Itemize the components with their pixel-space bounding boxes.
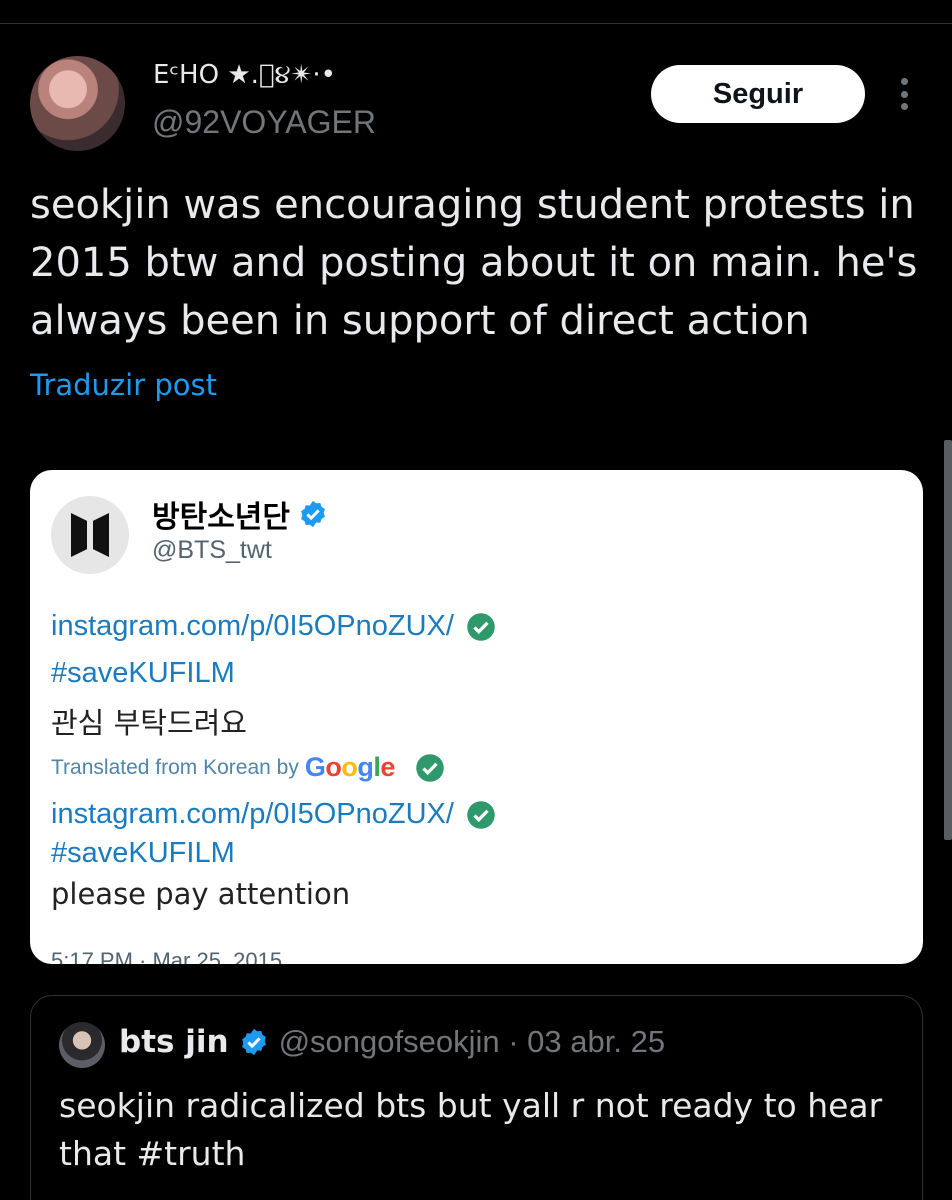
quoted-post-card[interactable]: bts jin @songofseokjin · 03 abr. 25 seok… bbox=[30, 995, 923, 1200]
embedded-timestamp: 5:17 PM · Mar 25, 2015 bbox=[51, 948, 283, 964]
more-options-icon[interactable] bbox=[890, 74, 918, 114]
translated-text-row: please pay attention bbox=[51, 877, 350, 911]
follow-button[interactable]: Seguir bbox=[651, 65, 865, 123]
translated-link-row: instagram.com/p/0I5OPnoZUX/ bbox=[51, 798, 496, 831]
verified-badge-icon bbox=[301, 500, 325, 528]
google-logo: Google bbox=[304, 752, 396, 782]
quoted-author-name[interactable]: bts jin bbox=[119, 1024, 229, 1060]
check-circle-icon bbox=[467, 800, 495, 829]
quoted-author-handle-date: @songofseokjin · 03 abr. 25 bbox=[278, 1024, 666, 1059]
instagram-link[interactable]: instagram.com/p/0I5OPnoZUX/ bbox=[51, 610, 454, 643]
translated-instagram-link[interactable]: instagram.com/p/0I5OPnoZUX/ bbox=[51, 798, 454, 831]
translate-post-link[interactable]: Traduzir post bbox=[30, 368, 217, 402]
quoted-post-header: bts jin @songofseokjin · 03 abr. 25 bbox=[119, 1024, 665, 1060]
bts-logo-icon bbox=[51, 496, 129, 574]
scrollbar[interactable] bbox=[944, 440, 952, 840]
translated-hashtag-row: #saveKUFILM bbox=[51, 837, 235, 870]
hashtag-link[interactable]: #saveKUFILM bbox=[51, 657, 235, 690]
translated-hashtag-link[interactable]: #saveKUFILM bbox=[51, 837, 235, 870]
top-divider bbox=[0, 23, 952, 24]
translated-from-label: Translated from Korean by bbox=[51, 755, 299, 779]
quoted-author-avatar[interactable] bbox=[59, 1022, 105, 1068]
author-avatar[interactable] bbox=[30, 56, 125, 151]
embedded-author-handle: @BTS_twt bbox=[152, 536, 272, 564]
author-display-name[interactable]: EᶜHO ★.゚૪✴︎·• bbox=[153, 60, 336, 91]
embedded-author-name-text: 방탄소년단 bbox=[152, 500, 290, 535]
embedded-hashtag-row: #saveKUFILM bbox=[51, 657, 235, 690]
korean-text: 관심 부탁드려요 bbox=[51, 706, 247, 740]
embedded-author-name: 방탄소년단 bbox=[152, 492, 328, 536]
embedded-link-row: instagram.com/p/0I5OPnoZUX/ bbox=[51, 610, 496, 643]
verified-badge-icon bbox=[241, 1028, 266, 1056]
author-handle[interactable]: @92VOYAGER bbox=[152, 104, 376, 141]
translated-by-row: Translated from Korean by Google bbox=[51, 752, 445, 783]
check-circle-icon bbox=[416, 753, 444, 782]
translated-text: please pay attention bbox=[51, 877, 351, 911]
check-circle-icon bbox=[467, 612, 495, 641]
tweet-text: seokjin was encouraging student protests… bbox=[30, 182, 918, 344]
embedded-post-image[interactable]: 방탄소년단 @BTS_twt instagram.com/p/0I5OPnoZU… bbox=[30, 470, 923, 964]
embedded-korean-row: 관심 부탁드려요 bbox=[51, 700, 247, 742]
quoted-post-text: seokjin radicalized bts but yall r not r… bbox=[59, 1086, 883, 1173]
